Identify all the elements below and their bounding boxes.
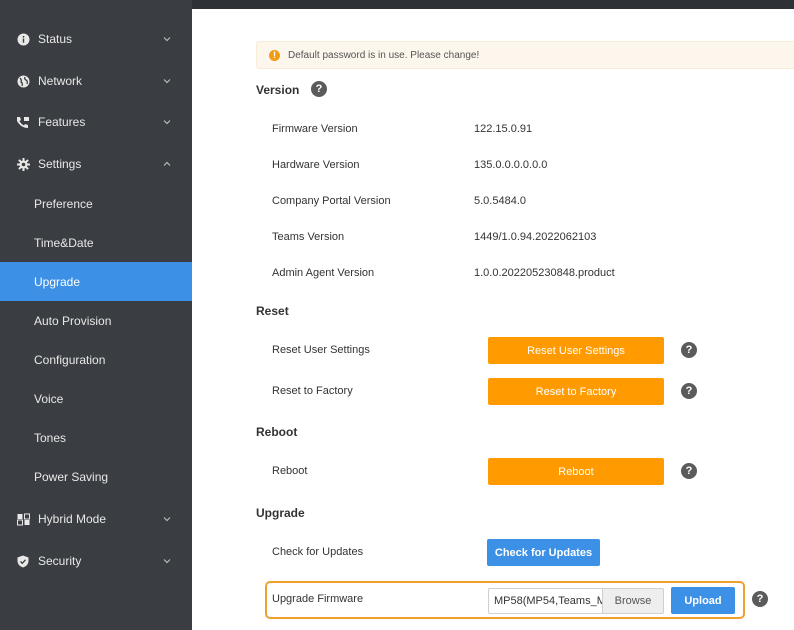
main-content: ! Default password is in use. Please cha… [192, 9, 794, 630]
sidebar-subitem-label: Tones [34, 430, 67, 445]
sidebar-subitem-tones[interactable]: Tones [0, 418, 192, 457]
browse-button[interactable]: Browse [602, 588, 664, 614]
sidebar-subitem-label: Upgrade [34, 274, 81, 289]
section-title-version: Version [256, 83, 300, 97]
sidebar-item-label: Settings [38, 157, 82, 171]
sidebar-subitem-voice[interactable]: Voice [0, 379, 192, 418]
globe-icon [16, 74, 30, 88]
sidebar-subitem-configuration[interactable]: Configuration [0, 340, 192, 379]
shield-icon [16, 554, 30, 568]
hardware-version-label: Hardware Version [272, 159, 360, 171]
company-portal-version-label: Company Portal Version [272, 195, 391, 207]
sidebar-item-label: Network [38, 74, 83, 88]
sidebar-subitem-power-saving[interactable]: Power Saving [0, 457, 192, 496]
firmware-version-value: 122.15.0.91 [474, 123, 533, 135]
admin-agent-version-value: 1.0.0.202205230848.product [474, 267, 615, 279]
warning-icon: ! [269, 49, 280, 61]
teams-version-label: Teams Version [272, 231, 345, 243]
sidebar-item-label: Status [38, 32, 73, 46]
chevron-up-icon [163, 161, 171, 166]
help-icon[interactable]: ? [311, 81, 327, 97]
sidebar-subitem-upgrade[interactable]: Upgrade [0, 262, 192, 301]
section-title-reset: Reset [256, 304, 289, 318]
sidebar-subitem-label: Time&Date [34, 235, 94, 250]
sidebar-item-security[interactable]: Security [0, 541, 192, 581]
sidebar-subitem-auto-provision[interactable]: Auto Provision [0, 301, 192, 340]
sidebar-item-status[interactable]: Status [0, 19, 192, 59]
reboot-label: Reboot [272, 465, 308, 477]
gear-icon [16, 157, 30, 171]
help-icon[interactable]: ? [681, 383, 697, 399]
sidebar-subitem-preference[interactable]: Preference [0, 184, 192, 223]
sidebar-subitem-label: Power Saving [34, 469, 109, 484]
hardware-version-value: 135.0.0.0.0.0.0 [474, 159, 548, 171]
section-title-upgrade: Upgrade [256, 506, 305, 520]
chevron-down-icon [163, 79, 171, 84]
chevron-down-icon [163, 37, 171, 42]
notice-text: Default password is in use. Please chang… [288, 49, 480, 61]
info-circle-icon [16, 32, 30, 46]
chevron-down-icon [163, 559, 171, 564]
sidebar-subitem-label: Auto Provision [34, 313, 112, 328]
upload-button[interactable]: Upload [671, 587, 735, 614]
sidebar-item-features[interactable]: Features [0, 102, 192, 142]
reboot-button[interactable]: Reboot [488, 458, 664, 485]
sidebar-item-network[interactable]: Network [0, 61, 192, 101]
phone-icon [16, 115, 30, 129]
sidebar-item-label: Features [38, 115, 86, 129]
top-bar [192, 0, 794, 9]
sidebar-subitem-label: Preference [34, 196, 93, 211]
sidebar-subitem-label: Voice [34, 391, 64, 406]
sidebar-subitem-label: Configuration [34, 352, 106, 367]
section-title-reboot: Reboot [256, 425, 298, 439]
reset-to-factory-button[interactable]: Reset to Factory [488, 378, 664, 405]
help-icon[interactable]: ? [681, 463, 697, 479]
help-icon[interactable]: ? [752, 591, 768, 607]
check-for-updates-button[interactable]: Check for Updates [487, 539, 600, 566]
help-icon[interactable]: ? [681, 342, 697, 358]
sidebar: Status Network Features Settings Prefere… [0, 0, 192, 630]
hybrid-icon [16, 512, 30, 526]
admin-agent-version-label: Admin Agent Version [272, 267, 375, 279]
teams-version-value: 1449/1.0.94.2022062103 [474, 231, 597, 243]
sidebar-item-settings[interactable]: Settings [0, 144, 192, 184]
sidebar-item-label: Hybrid Mode [38, 512, 107, 526]
sidebar-item-label: Security [38, 554, 82, 568]
reset-user-settings-button[interactable]: Reset User Settings [488, 337, 664, 364]
firmware-version-label: Firmware Version [272, 123, 358, 135]
reset-to-factory-label: Reset to Factory [272, 385, 353, 397]
sidebar-subitem-time-date[interactable]: Time&Date [0, 223, 192, 262]
sidebar-item-hybrid-mode[interactable]: Hybrid Mode [0, 499, 192, 539]
check-for-updates-label: Check for Updates [272, 546, 364, 558]
default-password-notice: ! Default password is in use. Please cha… [256, 41, 794, 69]
chevron-down-icon [163, 120, 171, 125]
company-portal-version-value: 5.0.5484.0 [474, 195, 526, 207]
firmware-file-input[interactable] [488, 588, 602, 614]
reset-user-settings-label: Reset User Settings [272, 344, 370, 356]
chevron-down-icon [163, 517, 171, 522]
upgrade-firmware-label: Upgrade Firmware [272, 593, 364, 605]
